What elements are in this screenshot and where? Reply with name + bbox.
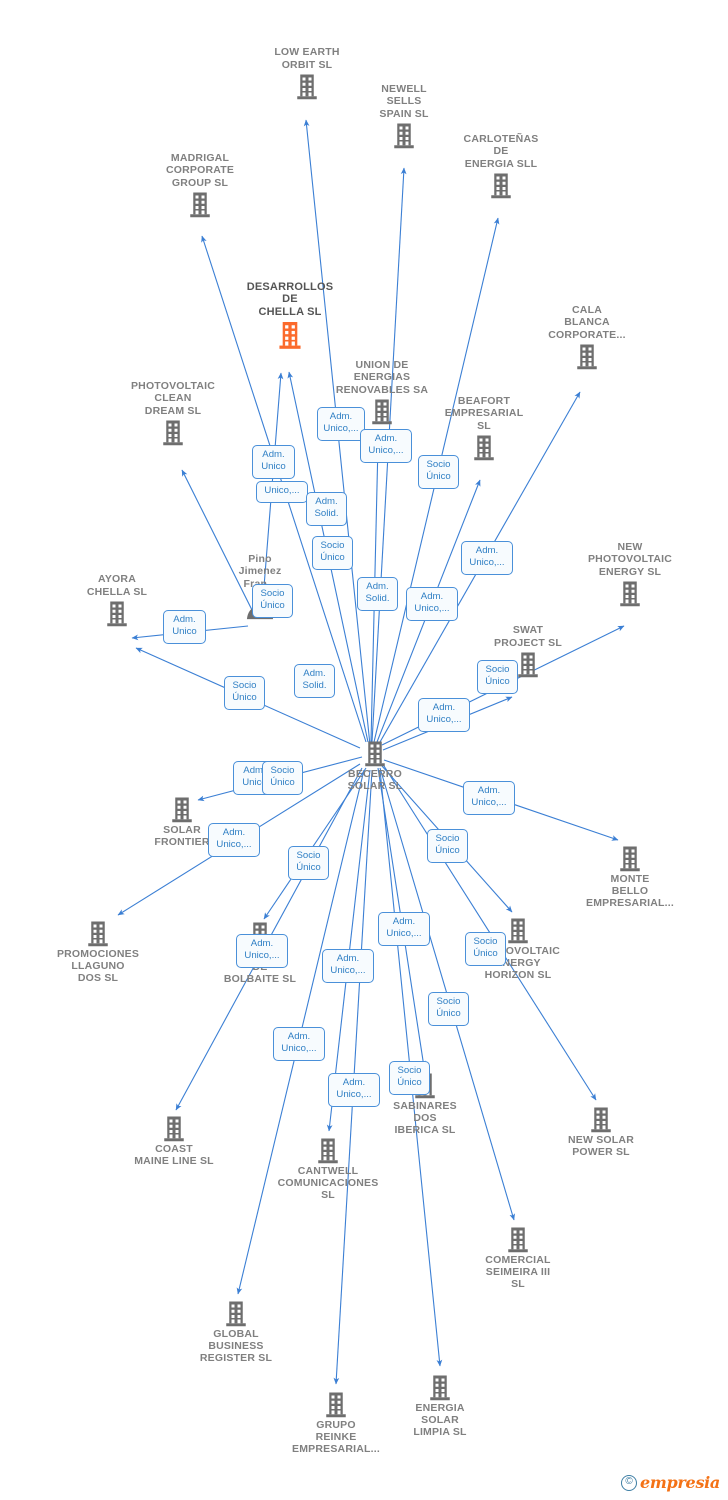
building-icon-carlotenas-de-energia bbox=[431, 172, 571, 199]
node-label-desarrollos-de-chella: DESARROLLOS DE CHELLA SL bbox=[246, 280, 334, 318]
building-icon-cala-blanca bbox=[517, 343, 657, 370]
node-new-solar-power[interactable]: NEW SOLAR POWER SL bbox=[531, 1106, 671, 1159]
building-icon-grupo-reinke bbox=[266, 1391, 406, 1418]
node-label-photovoltaic-clean: PHOTOVOLTAIC CLEAN DREAM SL bbox=[130, 379, 216, 417]
node-photovoltaic-clean[interactable]: PHOTOVOLTAIC CLEAN DREAM SL bbox=[103, 380, 243, 446]
node-promociones-llaguno[interactable]: PROMOCIONES LLAGUNO DOS SL bbox=[28, 920, 168, 985]
building-icon-global-business-register bbox=[166, 1300, 306, 1327]
relation-tag-t15[interactable]: Socio Único bbox=[224, 676, 265, 710]
building-icon-monte-bello bbox=[560, 845, 700, 872]
node-beafort-empresarial[interactable]: BEAFORT EMPRESARIAL SL bbox=[414, 395, 554, 461]
relation-tag-t10[interactable]: Adm. Solid. bbox=[357, 577, 398, 611]
relation-tag-t30[interactable]: Socio Único bbox=[389, 1061, 430, 1095]
node-new-photovoltaic[interactable]: NEW PHOTOVOLTAIC ENERGY SL bbox=[560, 541, 700, 607]
relation-tag-t11[interactable]: Adm. Unico,... bbox=[406, 587, 458, 621]
node-label-monte-bello: MONTE BELLO EMPRESARIAL... bbox=[586, 872, 674, 910]
building-icon-comercial-seimeira bbox=[448, 1226, 588, 1253]
relation-tag-t4[interactable]: Socio Único bbox=[418, 455, 459, 489]
relation-tag-t14[interactable]: Adm. Solid. bbox=[294, 664, 335, 698]
network-diagram-canvas: LOW EARTH ORBIT SL NEWELL SELLS SPAIN SL C… bbox=[0, 0, 728, 1500]
node-label-becerro-solar: BECERRO SOLAR SL bbox=[347, 767, 403, 792]
building-icon-photovoltaic-clean bbox=[103, 419, 243, 446]
node-global-business-register[interactable]: GLOBAL BUSINESS REGISTER SL bbox=[166, 1300, 306, 1365]
node-label-low-earth-orbit: LOW EARTH ORBIT SL bbox=[274, 46, 340, 71]
node-label-swat-project: SWAT PROJECT SL bbox=[494, 624, 562, 649]
relation-tag-t2[interactable]: Adm. Unico,... bbox=[360, 429, 412, 463]
building-icon-promociones-llaguno bbox=[28, 920, 168, 947]
node-label-beafort-empresarial: BEAFORT EMPRESARIAL SL bbox=[444, 394, 524, 432]
node-carlotenas-de-energia[interactable]: CARLOTEÑAS DE ENERGIA SLL bbox=[431, 133, 571, 199]
relation-tag-t5[interactable]: Unico,... bbox=[256, 481, 308, 503]
relation-tag-t20[interactable]: Adm. Unico,... bbox=[208, 823, 260, 857]
node-label-promociones-llaguno: PROMOCIONES LLAGUNO DOS SL bbox=[56, 947, 140, 985]
node-label-ayora-chella: AYORA CHELLA SL bbox=[86, 573, 148, 598]
node-comercial-seimeira[interactable]: COMERCIAL SEIMEIRA III SL bbox=[448, 1226, 588, 1291]
building-icon-solar-frontier bbox=[112, 796, 252, 823]
node-label-new-photovoltaic: NEW PHOTOVOLTAIC ENERGY SL bbox=[587, 540, 673, 578]
node-label-new-solar-power: NEW SOLAR POWER SL bbox=[568, 1133, 634, 1158]
building-icon-madrigal-corporate bbox=[130, 191, 270, 218]
node-cala-blanca[interactable]: CALA BLANCA CORPORATE... bbox=[517, 304, 657, 370]
node-monte-bello[interactable]: MONTE BELLO EMPRESARIAL... bbox=[560, 845, 700, 910]
relation-tag-t29[interactable]: Adm. Unico,... bbox=[328, 1073, 380, 1107]
relation-tag-t9[interactable]: Socio Único bbox=[252, 584, 293, 618]
node-label-grupo-reinke: GRUPO REINKE EMPRESARIAL... bbox=[292, 1418, 380, 1456]
relation-tag-t3[interactable]: Adm. Unico bbox=[252, 445, 295, 479]
relation-tag-t1[interactable]: Adm. Unico,... bbox=[317, 407, 365, 441]
node-label-comercial-seimeira: COMERCIAL SEIMEIRA III SL bbox=[485, 1253, 551, 1291]
node-label-madrigal-corporate: MADRIGAL CORPORATE GROUP SL bbox=[165, 151, 235, 189]
building-icon-new-solar-power bbox=[531, 1106, 671, 1133]
building-icon-coast-maine-line bbox=[104, 1115, 244, 1142]
relation-tag-t7[interactable]: Socio Único bbox=[312, 536, 353, 570]
relation-tag-t25[interactable]: Adm. Unico,... bbox=[236, 934, 288, 968]
node-label-newell-sells-spain: NEWELL SELLS SPAIN SL bbox=[379, 82, 429, 120]
relation-tag-t23[interactable]: Adm. Unico,... bbox=[378, 912, 430, 946]
node-label-cala-blanca: CALA BLANCA CORPORATE... bbox=[548, 303, 626, 341]
node-coast-maine-line[interactable]: COAST MAINE LINE SL bbox=[104, 1115, 244, 1168]
node-becerro-solar[interactable]: BECERRO SOLAR SL bbox=[305, 740, 445, 793]
node-madrigal-corporate[interactable]: MADRIGAL CORPORATE GROUP SL bbox=[130, 152, 270, 218]
watermark: © empresia bbox=[621, 1473, 720, 1492]
node-grupo-reinke[interactable]: GRUPO REINKE EMPRESARIAL... bbox=[266, 1391, 406, 1456]
relation-tag-t21[interactable]: Socio Único bbox=[288, 846, 329, 880]
building-icon-desarrollos-de-chella bbox=[220, 320, 360, 350]
building-icon-new-photovoltaic bbox=[560, 580, 700, 607]
node-label-global-business-register: GLOBAL BUSINESS REGISTER SL bbox=[199, 1327, 273, 1365]
relation-tag-t13[interactable]: Socio Único bbox=[477, 660, 518, 694]
building-icon-becerro-solar bbox=[305, 740, 445, 767]
node-desarrollos-de-chella[interactable]: DESARROLLOS DE CHELLA SL bbox=[220, 281, 360, 350]
relation-tag-t18[interactable]: Socio Único bbox=[262, 761, 303, 795]
node-label-union-energias: UNION DE ENERGIAS RENOVABLES SA bbox=[335, 358, 429, 396]
relation-tag-t24[interactable]: Socio Único bbox=[465, 932, 506, 966]
brand-name: empresia bbox=[640, 1473, 720, 1492]
relation-tag-t6[interactable]: Adm. Solid. bbox=[306, 492, 347, 526]
node-label-coast-maine-line: COAST MAINE LINE SL bbox=[134, 1142, 214, 1167]
relation-tag-t19[interactable]: Adm. Unico,... bbox=[463, 781, 515, 815]
building-icon-cantwell-comunicaciones bbox=[258, 1137, 398, 1164]
relation-tag-t16[interactable]: Adm. Unico,... bbox=[418, 698, 470, 732]
relation-tag-t27[interactable]: Socio Único bbox=[428, 992, 469, 1026]
node-cantwell-comunicaciones[interactable]: CANTWELL COMUNICACIONES SL bbox=[258, 1137, 398, 1202]
relation-tag-t22[interactable]: Socio Único bbox=[427, 829, 468, 863]
node-label-cantwell-comunicaciones: CANTWELL COMUNICACIONES SL bbox=[277, 1164, 379, 1202]
relation-tag-t28[interactable]: Adm. Unico,... bbox=[273, 1027, 325, 1061]
relation-tag-t12[interactable]: Adm. Unico bbox=[163, 610, 206, 644]
relation-tag-t26[interactable]: Adm. Unico,... bbox=[322, 949, 374, 983]
relation-tag-t8[interactable]: Adm. Unico,... bbox=[461, 541, 513, 575]
node-label-carlotenas-de-energia: CARLOTEÑAS DE ENERGIA SLL bbox=[463, 132, 539, 170]
copyright-icon: © bbox=[621, 1474, 638, 1491]
